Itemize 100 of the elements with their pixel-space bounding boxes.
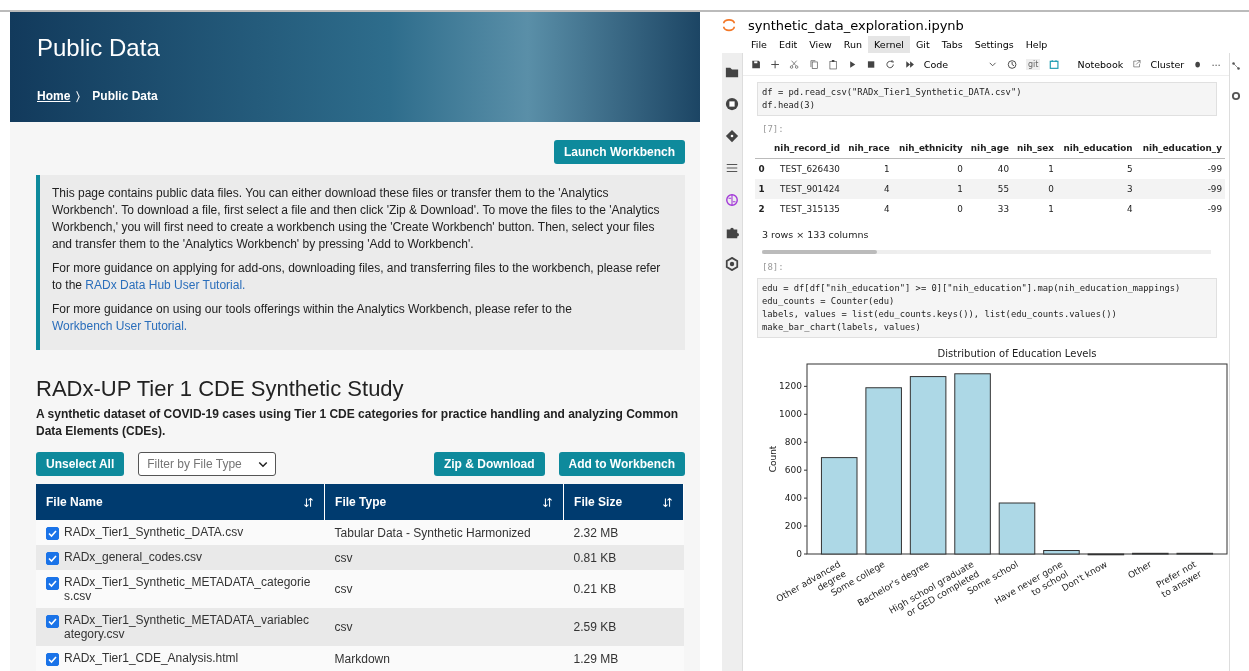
table-cell: -99 bbox=[1135, 179, 1225, 199]
y-tick-label: 200 bbox=[784, 521, 803, 532]
table-cell: Tabular Data - Synthetic Harmonized bbox=[324, 520, 564, 545]
y-tick: 1000 bbox=[779, 409, 808, 420]
table-cell: 3 bbox=[1056, 179, 1136, 199]
file-name: RADx_Tier1_Synthetic_METADATA_variablecategory.csv bbox=[64, 613, 310, 641]
y-tick-label: 1000 bbox=[779, 409, 803, 420]
copy-icon[interactable] bbox=[808, 58, 819, 70]
axis-label: Count bbox=[768, 445, 778, 473]
checkbox[interactable] bbox=[46, 615, 59, 628]
file-type-filter[interactable]: Filter by File Type bbox=[138, 452, 277, 476]
fast-forward-icon[interactable] bbox=[904, 58, 915, 70]
breadcrumb-separator: 〉 bbox=[75, 89, 88, 106]
column-header[interactable]: File Name bbox=[36, 484, 325, 520]
cell-prompt: [8]: bbox=[762, 262, 785, 272]
horizontal-scrollbar[interactable] bbox=[762, 250, 1211, 254]
study-description: A synthetic dataset of COVID-19 cases using Tier 1 CDE categories for practice handling and analyzing Common Data Elements (CDEs). bbox=[36, 406, 680, 440]
study-title: RADx-UP Tier 1 CDE Synthetic Study bbox=[36, 376, 405, 402]
y-tick: 400 bbox=[784, 493, 808, 504]
table-cell: csv bbox=[324, 570, 564, 608]
table-cell: 0 bbox=[755, 158, 768, 179]
info-paragraph: For more guidance on applying for add-ons, downloading files, and transferring files to the workbench, please refer to the RADx Data Hub User Tutorial. bbox=[52, 260, 662, 294]
launch-workbench-button[interactable]: Launch Workbench bbox=[553, 140, 685, 164]
table-cell: 2.59 KB bbox=[563, 608, 684, 646]
dataframe-summary: 3 rows × 133 columns bbox=[762, 229, 870, 240]
add-to-workbench-button[interactable]: Add to Workbench bbox=[558, 452, 685, 476]
menu-item[interactable]: Tabs bbox=[935, 36, 969, 53]
sort-icon[interactable] bbox=[662, 496, 673, 508]
save-icon[interactable] bbox=[751, 58, 762, 70]
git-icon[interactable] bbox=[725, 129, 739, 143]
run-icon[interactable] bbox=[847, 58, 858, 70]
table-cell: csv bbox=[324, 608, 564, 646]
column-header[interactable]: File Size bbox=[563, 484, 684, 520]
clock-icon[interactable] bbox=[1006, 58, 1017, 70]
external-link-icon[interactable] bbox=[1132, 59, 1142, 69]
list-icon[interactable] bbox=[725, 161, 739, 175]
checkbox[interactable] bbox=[46, 552, 59, 565]
code-cell[interactable]: edu = df[df["nih_education"] >= 0]["nih_education"].map(nih_education_mappings) edu_counts = Counter(edu) labels, values = list(edu_counts.keys()), list(edu_counts.values()) make_bar_chart(labels, values) bbox=[757, 278, 1217, 338]
calendar-icon[interactable] bbox=[1049, 58, 1060, 70]
y-tick: 0 bbox=[796, 549, 808, 559]
tutorial-link[interactable]: RADx Data Hub User Tutorial. bbox=[85, 278, 246, 292]
menu-item[interactable]: Settings bbox=[968, 36, 1020, 53]
menu-item[interactable]: View bbox=[803, 36, 838, 53]
sort-icon[interactable] bbox=[542, 496, 554, 508]
cut-icon[interactable] bbox=[789, 58, 800, 70]
tutorial-link[interactable]: Workbench User Tutorial. bbox=[52, 319, 188, 333]
checkbox[interactable] bbox=[46, 577, 59, 590]
y-tick-label: 400 bbox=[784, 493, 803, 504]
y-tick-label: 600 bbox=[784, 465, 803, 476]
cell-type-dropdown[interactable]: Code bbox=[923, 58, 980, 70]
jupyter-logo-icon[interactable] bbox=[722, 18, 736, 32]
table-cell: 1.29 MB bbox=[563, 646, 684, 671]
zip-download-button[interactable]: Zip & Download bbox=[433, 452, 545, 476]
y-tick-label: 800 bbox=[784, 437, 803, 448]
plus-icon[interactable] bbox=[770, 58, 781, 70]
file-name: RADx_Tier1_Synthetic_METADATA_categories.csv bbox=[64, 575, 312, 603]
y-tick-label: 1200 bbox=[779, 381, 803, 392]
breadcrumb-link[interactable]: Home bbox=[37, 89, 71, 106]
table-cell: 0.21 KB bbox=[563, 570, 684, 608]
table-cell: 1 bbox=[892, 179, 966, 199]
chart-title: Distribution of Education Levels bbox=[937, 348, 1097, 359]
menu-item[interactable]: Run bbox=[837, 36, 869, 53]
column-header[interactable]: File Type bbox=[324, 484, 564, 520]
more-button[interactable]: ⋯ bbox=[1211, 58, 1222, 70]
file-name: RADx_general_codes.csv bbox=[64, 550, 203, 564]
gear-icon[interactable] bbox=[1231, 91, 1241, 101]
git-label[interactable]: git bbox=[1025, 58, 1041, 70]
menu-item[interactable]: File bbox=[745, 36, 773, 53]
menu-item[interactable]: Edit bbox=[772, 36, 804, 53]
checkbox[interactable] bbox=[46, 527, 59, 540]
unselect-all-button[interactable]: Unselect All bbox=[36, 452, 125, 476]
table-cell: 4 bbox=[842, 179, 893, 199]
puzzle-icon[interactable] bbox=[725, 225, 739, 239]
notebook-button[interactable]: Notebook bbox=[1077, 58, 1124, 70]
stop-circle-icon[interactable] bbox=[725, 97, 739, 111]
menu-item[interactable]: Help bbox=[1019, 36, 1054, 53]
file-name: RADx_Tier1_Synthetic_DATA.csv bbox=[64, 525, 244, 539]
stop-icon[interactable] bbox=[866, 58, 877, 70]
table-cell: csv bbox=[324, 545, 564, 570]
hexagon-icon[interactable] bbox=[725, 257, 739, 271]
y-tick-label: 0 bbox=[796, 549, 803, 559]
folder-icon[interactable] bbox=[725, 65, 739, 79]
sort-icon[interactable] bbox=[303, 496, 315, 508]
breadcrumb-current: Public Data bbox=[92, 89, 158, 105]
notebook-title: synthetic_data_exploration.ipynb bbox=[748, 17, 964, 33]
checkbox[interactable] bbox=[46, 653, 59, 666]
cluster-button[interactable]: Cluster bbox=[1150, 58, 1185, 70]
menu-item[interactable]: Git bbox=[909, 36, 936, 53]
table-cell: 55 bbox=[965, 179, 1012, 199]
code-cell[interactable]: df = pd.read_csv("RADx_Tier1_Synthetic_DATA.csv") df.head(3) bbox=[757, 82, 1217, 116]
table-cell: 0.81 KB bbox=[563, 545, 684, 570]
table-cell: 2.32 MB bbox=[563, 520, 684, 545]
paste-icon[interactable] bbox=[827, 58, 838, 70]
info-paragraph: For more guidance on using our tools offerings within the Analytics Workbench, please refer to the Workbench User Tutorial. bbox=[52, 301, 573, 335]
file-name: RADx_Tier1_CDE_Analysis.html bbox=[64, 651, 239, 665]
restart-icon[interactable] bbox=[885, 58, 896, 70]
table-cell: Markdown bbox=[324, 646, 564, 671]
cell-prompt: [7]: bbox=[762, 124, 785, 134]
page-title: Public Data bbox=[37, 34, 161, 62]
menu-item[interactable]: Kernel bbox=[868, 36, 910, 53]
